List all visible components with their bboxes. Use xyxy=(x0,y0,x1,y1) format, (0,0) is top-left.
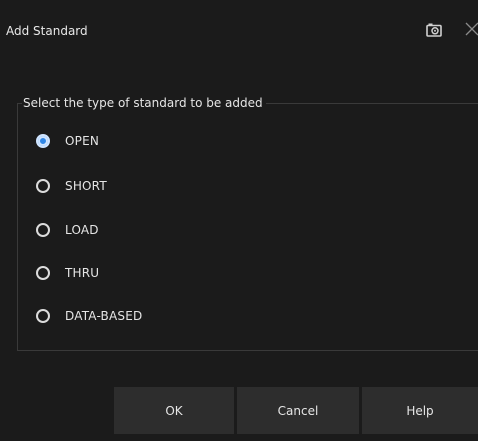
radio-button-open[interactable] xyxy=(36,134,50,148)
radio-label-load: LOAD xyxy=(65,223,99,237)
radio-label-thru: THRU xyxy=(65,266,100,280)
radio-option-short[interactable]: SHORT xyxy=(36,177,107,195)
radio-option-open[interactable]: OPEN xyxy=(36,132,99,150)
radio-label-short: SHORT xyxy=(65,179,107,193)
radio-option-load[interactable]: LOAD xyxy=(36,221,99,239)
radio-button-short[interactable] xyxy=(36,179,50,193)
radio-label-data-based: DATA-BASED xyxy=(65,309,143,323)
dialog-title: Add Standard xyxy=(6,24,88,38)
ok-button[interactable]: OK xyxy=(114,387,234,434)
title-bar: Add Standard xyxy=(0,0,478,56)
camera-icon[interactable] xyxy=(426,22,442,37)
radio-button-load[interactable] xyxy=(36,223,50,237)
cancel-button[interactable]: Cancel xyxy=(237,387,359,434)
radio-option-thru[interactable]: THRU xyxy=(36,264,99,282)
help-button[interactable]: Help xyxy=(362,387,478,434)
radio-button-thru[interactable] xyxy=(36,266,50,280)
radio-option-data-based[interactable]: DATA-BASED xyxy=(36,307,142,325)
group-legend: Select the type of standard to be added xyxy=(22,95,266,111)
radio-button-data-based[interactable] xyxy=(36,309,50,323)
close-icon[interactable] xyxy=(465,21,478,37)
radio-label-open: OPEN xyxy=(65,134,100,148)
add-standard-dialog: Add Standard Select the type of standard… xyxy=(0,0,478,441)
